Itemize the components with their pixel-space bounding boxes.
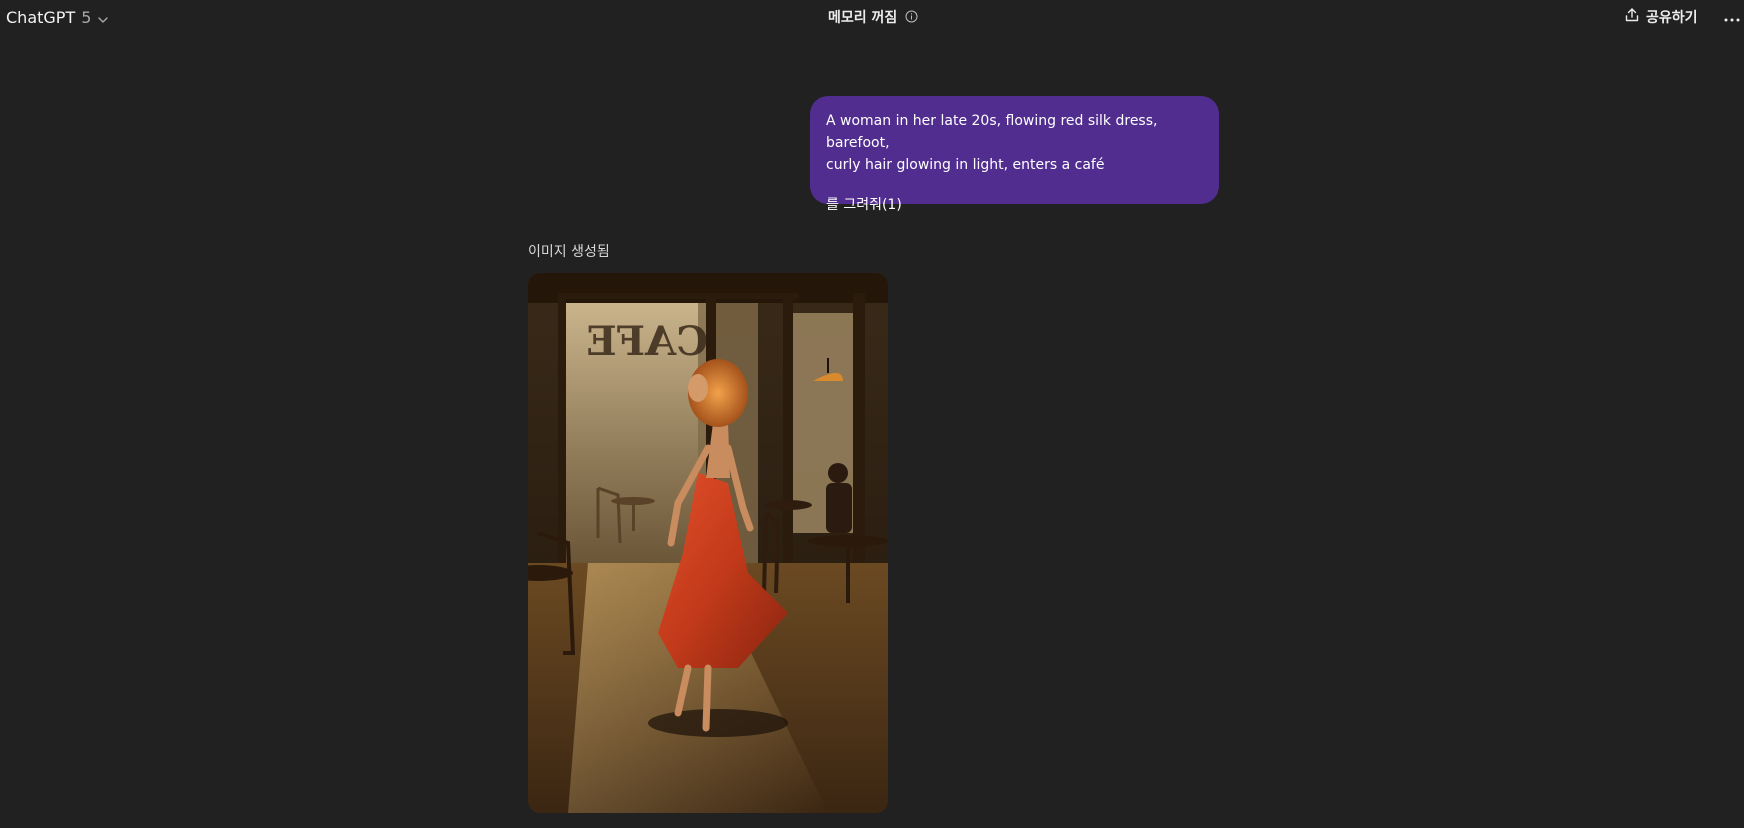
model-version: 5 [81, 7, 92, 27]
more-options-button[interactable] [1722, 6, 1742, 26]
share-label: 공유하기 [1646, 10, 1698, 26]
share-button[interactable]: 공유하기 [1624, 5, 1698, 29]
more-icon [1724, 7, 1740, 26]
top-bar: ChatGPT 5 메모리 꺼짐 공유하기 [0, 0, 1744, 34]
user-message-bubble: A woman in her late 20s, flowing red sil… [810, 96, 1219, 213]
generated-image[interactable]: CAFE [528, 273, 888, 813]
chevron-down-icon [97, 11, 109, 23]
info-icon[interactable] [905, 8, 918, 27]
user-message-line: curly hair glowing in light, enters a ca… [826, 157, 1105, 173]
figure-shadow [648, 709, 788, 737]
image-generated-label: 이미지 생성됨 [528, 244, 610, 260]
share-icon [1624, 7, 1640, 27]
model-name: ChatGPT [6, 7, 76, 27]
user-message-line: 를 그려줘(1) [826, 197, 902, 213]
model-selector[interactable]: ChatGPT 5 [6, 6, 109, 28]
memory-status-label: 메모리 꺼짐 [828, 10, 898, 26]
memory-status: 메모리 꺼짐 [828, 6, 918, 28]
cafe-sign-text: CAFE [586, 318, 708, 365]
user-message-line: A woman in her late 20s, flowing red sil… [826, 113, 1158, 151]
